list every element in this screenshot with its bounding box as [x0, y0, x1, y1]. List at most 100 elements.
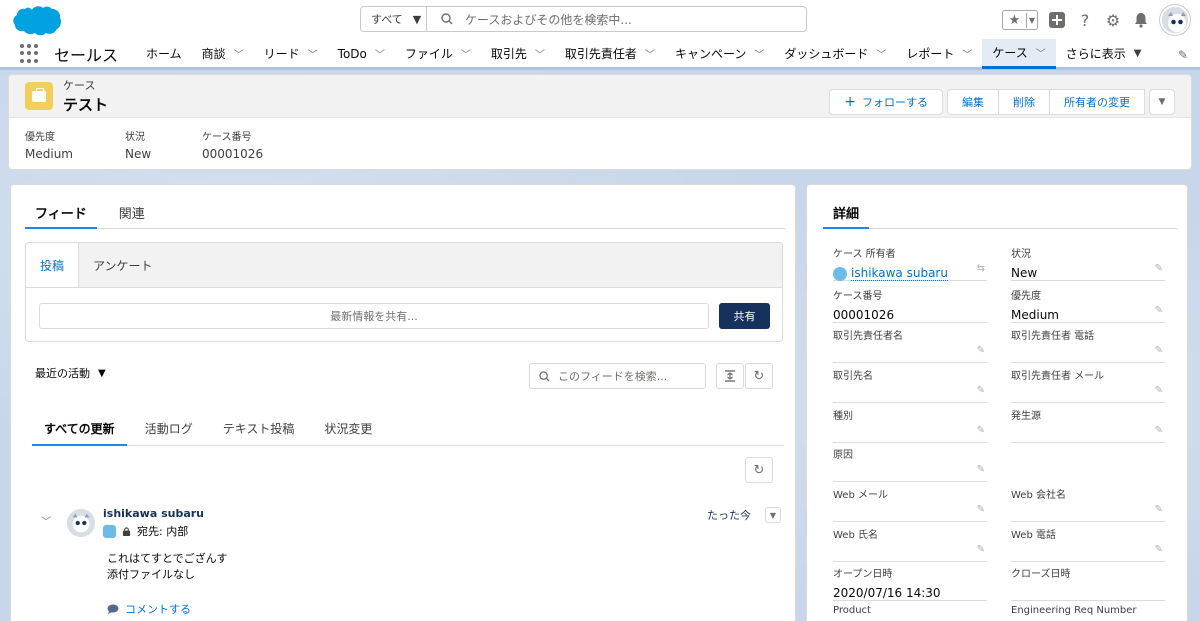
field-product: Product: [833, 605, 987, 621]
chevron-down-icon[interactable]: ﹀: [876, 46, 886, 61]
field-label: Engineering Req Number: [1011, 605, 1137, 616]
pencil-icon[interactable]: ✎: [977, 464, 985, 475]
chevron-down-icon[interactable]: ▼: [1027, 16, 1037, 25]
nav-more-label: さらに表示: [1065, 47, 1126, 61]
nav-item-files[interactable]: ファイル ﹀: [395, 39, 481, 69]
field-reason: 原因 ✎: [833, 446, 987, 482]
star-icon[interactable]: ★: [1003, 12, 1027, 28]
publisher-tab-post[interactable]: 投稿: [26, 243, 80, 287]
tab-feed[interactable]: フィード: [25, 199, 97, 229]
field-value: Medium: [1011, 308, 1059, 322]
share-button[interactable]: 共有: [719, 303, 770, 329]
tab-related[interactable]: 関連: [109, 199, 155, 229]
search-input[interactable]: ケースおよびその他を検索中...: [427, 7, 806, 31]
change-owner-button[interactable]: 所有者の変更: [1049, 89, 1145, 115]
chevron-down-icon[interactable]: ﹀: [375, 46, 385, 61]
field-label: Web 電話: [1011, 530, 1056, 541]
nav-item-label: リード: [263, 47, 300, 61]
pencil-icon[interactable]: ✎: [1155, 504, 1163, 515]
nav-item-leads[interactable]: リード ﹀: [254, 39, 328, 69]
share-update-input[interactable]: 最新情報を共有...: [39, 303, 709, 329]
user-avatar[interactable]: [1160, 5, 1190, 35]
global-actions-icon[interactable]: [1048, 11, 1066, 29]
chevron-down-icon[interactable]: ﹀: [461, 46, 471, 61]
post-timestamp-link[interactable]: たった今: [707, 507, 751, 523]
pencil-icon[interactable]: ✎: [977, 385, 985, 396]
filter-tab-activity-log[interactable]: 活動ログ: [133, 414, 205, 446]
feed-card: フィード 関連 投稿 アンケート 最新情報を共有... 共有 最近の活動 ▼ こ…: [10, 184, 796, 621]
comment-button-label: コメントする: [125, 603, 191, 616]
global-search[interactable]: すべて ▼ ケースおよびその他を検索中...: [360, 6, 807, 32]
edit-button[interactable]: 編集: [947, 89, 999, 115]
feed-search-placeholder: このフィードを検索...: [558, 370, 668, 383]
chevron-down-icon[interactable]: ﹀: [754, 46, 764, 61]
global-header: すべて ▼ ケースおよびその他を検索中... ★ ▼ ? ⚙: [0, 0, 1200, 40]
favorites-button[interactable]: ★ ▼: [1002, 10, 1038, 30]
field-value-link[interactable]: ishikawa subaru: [833, 266, 987, 281]
nav-more-menu[interactable]: さらに表示 ▼: [1056, 39, 1152, 69]
chevron-down-icon[interactable]: ﹀: [234, 46, 244, 61]
pencil-icon[interactable]: ✎: [977, 544, 985, 555]
filter-tab-status-changes[interactable]: 状況変更: [312, 414, 384, 446]
post-author-avatar[interactable]: [67, 509, 95, 537]
filter-tab-text-posts[interactable]: テキスト投稿: [211, 414, 307, 446]
field-closed-date: クローズ日時: [1011, 565, 1165, 601]
nav-item-dashboards[interactable]: ダッシュボード ﹀: [774, 39, 896, 69]
feed-search-input[interactable]: このフィードを検索...: [529, 363, 706, 389]
refresh-feed-button[interactable]: ↻: [745, 363, 773, 389]
nav-item-campaigns[interactable]: キャンペーン ﹀: [665, 39, 774, 69]
edit-nav-pencil-icon[interactable]: ✎: [1178, 48, 1188, 62]
tab-details[interactable]: 詳細: [823, 199, 870, 229]
nav-item-accounts[interactable]: 取引先 ﹀: [481, 39, 555, 69]
chevron-down-icon[interactable]: ﹀: [308, 46, 318, 61]
nav-item-label: ケース: [992, 45, 1028, 60]
chevron-down-icon[interactable]: ﹀: [962, 46, 972, 61]
sort-menu[interactable]: 最近の活動 ▼: [35, 365, 106, 381]
field-web-name: Web 氏名 ✎: [833, 526, 987, 562]
notifications-bell-icon[interactable]: [1132, 11, 1150, 29]
pencil-icon[interactable]: ✎: [1155, 263, 1163, 274]
comment-button[interactable]: コメントする: [107, 601, 191, 617]
more-actions-chevron-icon[interactable]: ▼: [1149, 89, 1175, 115]
nav-item-opportunities[interactable]: 商談 ﹀: [192, 39, 254, 69]
pencil-icon[interactable]: ✎: [1155, 305, 1163, 316]
nav-item-home[interactable]: ホーム: [136, 39, 192, 69]
chevron-down-icon[interactable]: ﹀: [1036, 45, 1046, 60]
pencil-icon[interactable]: ✎: [1155, 425, 1163, 436]
pencil-icon[interactable]: ✎: [977, 504, 985, 515]
follow-button-label: フォローする: [862, 96, 928, 109]
pencil-icon[interactable]: ✎: [1155, 544, 1163, 555]
nav-item-reports[interactable]: レポート ﹀: [896, 39, 982, 69]
nav-item-cases[interactable]: ケース ﹀: [982, 38, 1056, 69]
nav-item-label: 取引先: [490, 47, 527, 61]
refresh-updates-button[interactable]: ↻: [745, 457, 773, 483]
publisher-tab-poll[interactable]: アンケート: [79, 243, 167, 287]
change-owner-icon[interactable]: ⇆: [977, 263, 985, 274]
app-launcher-icon[interactable]: [20, 43, 40, 64]
field-label: 状況: [1011, 249, 1031, 260]
pencil-icon[interactable]: ✎: [1155, 385, 1163, 396]
gear-icon[interactable]: ⚙: [1104, 11, 1122, 30]
post-body: これはてすとでござんす 添付ファイルなし: [107, 551, 227, 583]
pencil-icon[interactable]: ✎: [1155, 345, 1163, 356]
nav-item-todo[interactable]: ToDo ﹀: [328, 39, 395, 69]
help-icon[interactable]: ?: [1076, 11, 1094, 30]
post-author-link[interactable]: ishikawa subaru: [103, 507, 204, 520]
chevron-down-icon[interactable]: ﹀: [535, 46, 545, 61]
filter-tab-all-updates[interactable]: すべての更新: [32, 414, 127, 446]
field-label: オープン日時: [833, 569, 893, 580]
field-opened-date: オープン日時 2020/07/16 14:30: [833, 565, 987, 601]
refresh-icon: ↻: [753, 368, 765, 384]
follow-button[interactable]: + フォローする: [829, 89, 943, 115]
pencil-icon[interactable]: ✎: [977, 345, 985, 356]
post-menu-chevron-icon[interactable]: ▼: [765, 507, 781, 523]
chevron-down-icon[interactable]: ﹀: [645, 46, 655, 61]
record-type: ケース: [63, 79, 96, 92]
salesforce-logo[interactable]: [12, 4, 62, 36]
collapse-post-chevron-icon[interactable]: ﹀: [41, 513, 51, 528]
collapse-all-button[interactable]: [716, 363, 744, 389]
delete-button[interactable]: 削除: [998, 89, 1050, 115]
pencil-icon[interactable]: ✎: [977, 425, 985, 436]
search-scope-select[interactable]: すべて ▼: [361, 7, 427, 31]
nav-item-contacts[interactable]: 取引先責任者 ﹀: [555, 39, 665, 69]
